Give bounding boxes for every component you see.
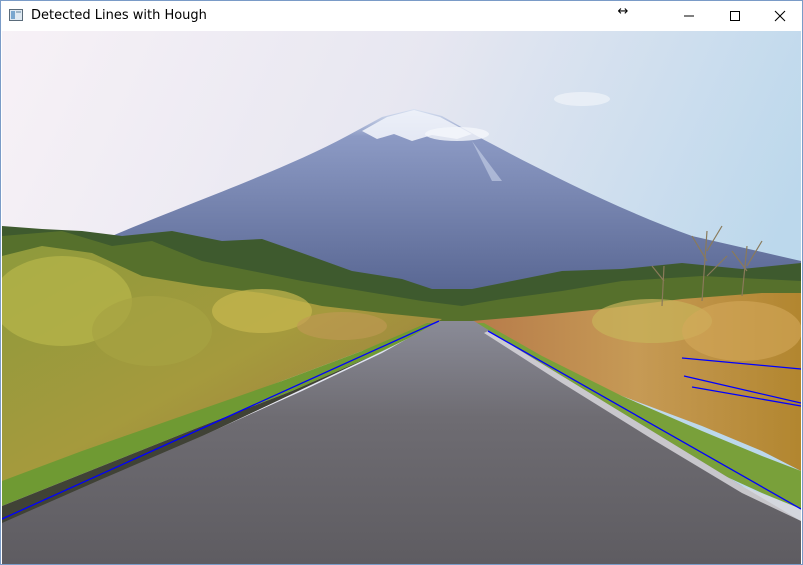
- window-title: Detected Lines with Hough: [31, 8, 207, 23]
- app-icon[interactable]: [9, 9, 23, 21]
- maximize-button[interactable]: [712, 1, 758, 31]
- resize-arrows-icon: ↔: [617, 4, 629, 19]
- close-button[interactable]: [757, 1, 802, 31]
- image-canvas: [2, 31, 801, 564]
- close-icon: [774, 10, 786, 22]
- hough-result-image: [2, 31, 801, 564]
- minimize-button[interactable]: [666, 1, 712, 31]
- shrub: [297, 312, 387, 340]
- title-bar[interactable]: Detected Lines with Hough ↔: [1, 1, 802, 31]
- shrub: [92, 296, 212, 366]
- summit-cloud: [425, 127, 489, 141]
- maximize-icon: [730, 11, 740, 21]
- app-window: Detected Lines with Hough ↔: [0, 0, 803, 565]
- shrub: [212, 289, 312, 333]
- minimize-icon: [684, 15, 694, 17]
- shrub: [682, 301, 801, 361]
- cloud: [554, 92, 610, 106]
